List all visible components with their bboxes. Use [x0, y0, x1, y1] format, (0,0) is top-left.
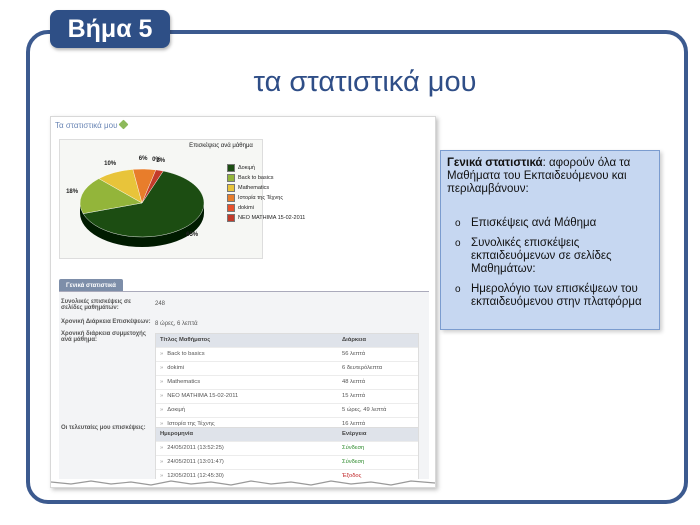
legend-entry: Δοκιμή	[227, 163, 305, 173]
bullet-icon: »	[160, 445, 164, 451]
course-duration-label: Χρονική διάρκεια συμμετοχής ανά μάθημα:	[61, 331, 146, 343]
visits-table: Ημερομηνία Ενέργεια » 24/05/2011 (13:52:2…	[155, 427, 419, 485]
info-item-text: Επισκέψεις ανά Μάθημα	[471, 217, 597, 229]
circle-bullet-icon: o	[455, 284, 461, 295]
column-header: Τίτλος Μαθήματος	[160, 337, 211, 343]
screenshot-header-label: Τα στατιστικά μου	[55, 121, 118, 130]
table-row[interactable]: » dokimi 6 δευτερόλεπτα	[156, 362, 418, 376]
legend-swatch	[227, 173, 235, 182]
legend-swatch	[227, 213, 235, 222]
column-header: Ημερομηνία	[160, 431, 194, 437]
circle-bullet-icon: o	[455, 238, 461, 249]
info-heading: Γενικά στατιστικά: αφορούν όλα τα Μαθήμα…	[447, 157, 653, 196]
course-title: Back to basics	[167, 351, 205, 357]
chart-legend: Δοκιμή Back to basics Mathematics Ιστορία τ…	[227, 163, 305, 223]
total-visits-value: 248	[155, 301, 166, 307]
visit-date: 24/05/2011 (13:01:47)	[167, 459, 224, 465]
course-title: Δοκιμή	[167, 407, 186, 413]
info-item-text: Συνολικές επισκέψεις εκπαιδευόμενων σε σ…	[471, 237, 612, 275]
legend-label: Back to basics	[238, 175, 274, 181]
column-header: Ενέργεια	[342, 431, 367, 437]
legend-swatch	[227, 193, 235, 202]
info-item: o Συνολικές επισκέψεις εκπαιδευόμενων σε …	[447, 237, 653, 276]
table-row[interactable]: » Mathematics 48 λεπτά	[156, 376, 418, 390]
legend-swatch	[227, 183, 235, 192]
bullet-icon: »	[160, 407, 164, 413]
course-duration: 6 δευτερόλεπτα	[342, 365, 383, 371]
slice-label: 18%	[66, 189, 79, 196]
course-title: Mathematics	[167, 379, 201, 385]
info-item: o Επισκέψεις ανά Μάθημα	[447, 217, 653, 230]
legend-label: NEO MATHIMA 15-02-2011	[238, 215, 306, 221]
info-item-text: Ημερολόγιο των επισκέψεων του εκπαιδευόμ…	[471, 283, 642, 308]
step-label: Βήμα 5	[50, 10, 170, 48]
statistics-screenshot: Τα στατιστικά μου Επισκέψεις ανά μάθημα …	[50, 116, 436, 488]
table-row[interactable]: » 24/05/2011 (13:52:25) Σύνδεση	[156, 442, 418, 456]
table-row[interactable]: » Δοκιμή 5 ώρες, 49 λεπτά	[156, 404, 418, 418]
column-header: Διάρκεια	[342, 337, 367, 343]
table-row[interactable]: » Back to basics 56 λεπτά	[156, 348, 418, 362]
screenshot-header[interactable]: Τα στατιστικά μου	[55, 119, 129, 130]
table-row[interactable]: » NEO MATHIMA 15-02-2011 15 λεπτά	[156, 390, 418, 404]
course-duration: 56 λεπτά	[342, 351, 366, 357]
legend-entry: NEO MATHIMA 15-02-2011	[227, 213, 305, 223]
table-header-row: Ημερομηνία Ενέργεια	[156, 428, 418, 442]
pie-chart	[79, 168, 205, 247]
general-stats-info-box: Γενικά στατιστικά: αφορούν όλα τα Μαθήμα…	[440, 150, 660, 330]
course-duration: 48 λεπτά	[342, 379, 366, 385]
visit-action: Σύνδεση	[342, 445, 365, 451]
slice-label: 6%	[138, 156, 148, 163]
table-row[interactable]: » 24/05/2011 (13:01:47) Σύνδεση	[156, 456, 418, 470]
table-header-row: Τίτλος Μαθήματος Διάρκεια	[156, 334, 418, 348]
legend-entry: dokimi	[227, 203, 305, 213]
legend-entry: Mathematics	[227, 183, 305, 193]
courses-table: Τίτλος Μαθήματος Διάρκεια » Back to basic…	[155, 333, 419, 433]
legend-label: Mathematics	[238, 185, 270, 191]
bullet-icon: »	[160, 379, 164, 385]
bullet-icon: »	[160, 393, 164, 399]
bullet-icon: »	[160, 365, 164, 371]
course-title: NEO MATHIMA 15-02-2011	[167, 393, 239, 399]
duration-label: Χρονική Διάρκεια Επισκέψεων:	[61, 319, 151, 325]
course-title: dokimi	[167, 365, 184, 371]
legend-entry: Ιστορία της Τέχνης	[227, 193, 305, 203]
total-visits-label: Συνολικές επισκέψεις σε σελίδες μαθημάτω…	[61, 299, 131, 311]
visit-action: Σύνδεση	[342, 459, 365, 465]
course-duration: 15 λεπτά	[342, 393, 366, 399]
slide-title: τα στατιστικά μου	[253, 66, 477, 98]
last-visits-label: Οι τελευταίες μου επισκέψεις:	[61, 425, 146, 431]
visit-date: 24/05/2011 (13:52:25)	[167, 445, 224, 451]
info-list: o Επισκέψεις ανά Μάθημα o Συνολικές επισκέ…	[447, 217, 653, 316]
slice-label: 10%	[104, 160, 117, 167]
info-item: o Ημερολόγιο των επισκέψεων του εκπαιδευό…	[447, 283, 653, 309]
legend-label: Δοκιμή	[238, 165, 255, 171]
torn-edge	[51, 479, 435, 487]
legend-swatch	[227, 203, 235, 212]
legend-label: dokimi	[238, 205, 254, 211]
leaf-icon	[119, 119, 129, 130]
legend-swatch	[227, 163, 235, 172]
circle-bullet-icon: o	[455, 218, 461, 229]
chart-title: Επισκέψεις ανά μάθημα	[189, 143, 253, 149]
bullet-icon: »	[160, 459, 164, 465]
slice-label: 2%	[156, 157, 166, 164]
legend-entry: Back to basics	[227, 173, 305, 183]
legend-label: Ιστορία της Τέχνης	[238, 195, 283, 201]
course-duration: 5 ώρες, 49 λεπτά	[342, 407, 387, 413]
slice-label: 65%	[186, 231, 199, 238]
info-heading-bold: Γενικά στατιστικά	[447, 157, 543, 169]
duration-value: 8 ώρες, 6 λεπτά	[155, 321, 198, 327]
bullet-icon: »	[160, 351, 164, 357]
